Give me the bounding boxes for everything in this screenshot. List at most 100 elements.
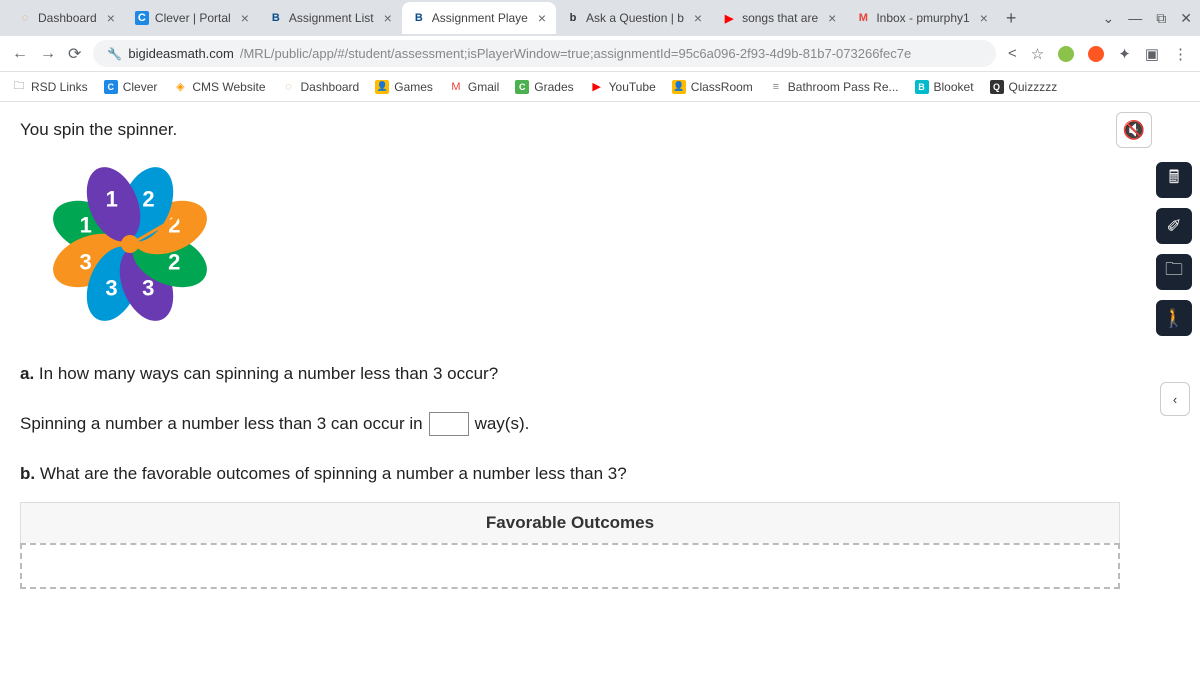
bookmark-star-icon[interactable]: ☆ <box>1031 45 1044 63</box>
bookmark-favicon-icon: Q <box>990 80 1004 94</box>
bookmark-label: RSD Links <box>31 80 88 94</box>
browser-tab[interactable]: B Assignment List × <box>259 2 402 34</box>
url-path: /MRL/public/app/#/student/assessment;isP… <box>240 46 911 61</box>
extensions-puzzle-icon[interactable]: ✦ <box>1118 45 1131 63</box>
petal-number: 2 <box>142 187 154 213</box>
bookmark-item[interactable]: 👤ClassRoom <box>672 80 753 94</box>
bookmarks-bar: 🗀 RSD Links CClever ◈ CMS Website ◌ Dashboard 👤… <box>0 72 1200 102</box>
close-tab-icon[interactable]: × <box>384 10 392 26</box>
bookmark-favicon-icon: M <box>449 80 463 94</box>
bookmark-item[interactable]: CClever <box>104 80 158 94</box>
bookmark-label: CMS Website <box>192 80 265 94</box>
browser-tab[interactable]: ◌Dashboard× <box>8 2 125 34</box>
bookmark-label: Dashboard <box>301 80 360 94</box>
close-tab-icon[interactable]: × <box>694 10 702 26</box>
tab-title: Ask a Question | b <box>586 11 684 25</box>
petal-number: 1 <box>106 187 118 213</box>
tab-favicon-icon: b <box>566 11 580 25</box>
back-icon[interactable]: ← <box>12 45 28 63</box>
petal-number: 2 <box>168 249 180 275</box>
spinner-graphic: 13332221 <box>40 154 220 334</box>
browser-tab-strip: ◌Dashboard×CClever | Portal×BAssignment … <box>0 0 1200 36</box>
url-input[interactable]: 🔧 bigideasmath.com/MRL/public/app/#/stud… <box>93 40 996 67</box>
restore-icon[interactable]: ⧉ <box>1156 10 1166 27</box>
expand-panel-button[interactable]: ‹ <box>1160 382 1190 416</box>
tab-favicon-icon: M <box>856 11 870 25</box>
question-a-label: a. <box>20 364 34 383</box>
extension-icon[interactable] <box>1058 46 1074 62</box>
bookmark-item[interactable]: QQuizzzzz <box>990 80 1058 94</box>
close-window-icon[interactable]: ✕ <box>1180 10 1192 27</box>
favorable-outcomes-header: Favorable Outcomes <box>20 502 1120 543</box>
address-bar-actions: < ☆ ✦ ▣ ⋮ <box>1008 45 1188 63</box>
tab-favicon-icon: B <box>269 11 283 25</box>
bookmark-favicon-icon: ◈ <box>173 80 187 94</box>
close-tab-icon[interactable]: × <box>828 10 836 26</box>
bookmark-item[interactable]: 👤Games <box>375 80 433 94</box>
bookmark-favicon-icon: ◌ <box>282 80 296 94</box>
browser-tab[interactable]: ▶ songs that are × <box>712 2 846 34</box>
question-b-text: What are the favorable outcomes of spinn… <box>40 464 627 483</box>
tab-title: Dashboard <box>38 11 97 25</box>
url-host: bigideasmath.com <box>128 46 234 61</box>
favorable-outcomes-dropzone[interactable] <box>20 543 1120 589</box>
chevron-down-icon[interactable]: ⌄ <box>1103 10 1115 27</box>
question-a: a. In how many ways can spinning a numbe… <box>20 364 1180 384</box>
window-controls: ⌄ — ⧉ ✕ <box>1103 10 1192 27</box>
bookmark-favicon-icon: 🗀 <box>12 80 26 94</box>
site-settings-icon[interactable]: 🔧 <box>107 47 122 61</box>
bookmark-item[interactable]: ≡Bathroom Pass Re... <box>769 80 899 94</box>
bookmark-label: Blooket <box>934 80 974 94</box>
bookmark-item[interactable]: M Gmail <box>449 80 499 94</box>
bookmark-item[interactable]: ◌ Dashboard <box>282 80 360 94</box>
new-tab-button[interactable]: + <box>1006 8 1017 29</box>
browser-tab[interactable]: CClever | Portal× <box>125 2 259 34</box>
bookmark-label: Gmail <box>468 80 499 94</box>
browser-tab[interactable]: MInbox - pmurphy1× <box>846 2 998 34</box>
bookmark-favicon-icon: C <box>515 80 529 94</box>
close-tab-icon[interactable]: × <box>107 10 115 26</box>
browser-tab[interactable]: b Ask a Question | b × <box>556 2 712 34</box>
share-icon[interactable]: < <box>1008 45 1017 62</box>
scratchpad-button[interactable]: ✐ <box>1156 208 1192 244</box>
browser-tab[interactable]: B Assignment Playe × <box>402 2 556 34</box>
answer-blank-input[interactable] <box>429 412 469 436</box>
bookmark-favicon-icon: B <box>915 80 929 94</box>
bookmark-item[interactable]: 🗀 RSD Links <box>12 80 88 94</box>
tabs-container: ◌Dashboard×CClever | Portal×BAssignment … <box>8 2 998 34</box>
reload-icon[interactable]: ⟳ <box>68 44 81 64</box>
calculator-button[interactable]: 🖩 <box>1156 162 1192 198</box>
close-tab-icon[interactable]: × <box>980 10 988 26</box>
notes-button[interactable]: 🗀 <box>1156 254 1192 290</box>
close-tab-icon[interactable]: × <box>241 10 249 26</box>
bookmark-item[interactable]: ▶YouTube <box>590 80 656 94</box>
bookmark-label: ClassRoom <box>691 80 753 94</box>
bookmark-label: Games <box>394 80 433 94</box>
assignment-toolbar: 🔇 🖩 ✐ 🗀 🚶 <box>1156 112 1192 336</box>
tab-title: songs that are <box>742 11 818 25</box>
bookmark-item[interactable]: C Grades <box>515 80 573 94</box>
address-bar: ← → ⟳ 🔧 bigideasmath.com/MRL/public/app/… <box>0 36 1200 72</box>
tab-title: Assignment List <box>289 11 374 25</box>
tab-favicon-icon: ▶ <box>722 11 736 25</box>
tab-title: Assignment Playe <box>432 11 528 25</box>
close-tab-icon[interactable]: × <box>538 10 546 26</box>
tab-favicon-icon: B <box>412 11 426 25</box>
petal-number: 3 <box>80 249 92 275</box>
bookmark-label: Bathroom Pass Re... <box>788 80 899 94</box>
petal-number: 3 <box>106 275 118 301</box>
kebab-menu-icon[interactable]: ⋮ <box>1173 45 1188 63</box>
question-a-text: In how many ways can spinning a number l… <box>39 364 498 383</box>
accessibility-button[interactable]: 🚶 <box>1156 300 1192 336</box>
bookmark-item[interactable]: ◈ CMS Website <box>173 80 265 94</box>
audio-off-button[interactable]: 🔇 <box>1116 112 1152 148</box>
bookmark-favicon-icon: ▶ <box>590 80 604 94</box>
bookmark-label: Grades <box>534 80 573 94</box>
extension-icon[interactable] <box>1088 46 1104 62</box>
problem-intro: You spin the spinner. <box>20 120 1180 140</box>
forward-icon[interactable]: → <box>40 45 56 63</box>
bookmark-item[interactable]: B Blooket <box>915 80 974 94</box>
side-panel-icon[interactable]: ▣ <box>1145 45 1159 63</box>
tab-title: Clever | Portal <box>155 11 231 25</box>
minimize-icon[interactable]: — <box>1128 10 1142 26</box>
